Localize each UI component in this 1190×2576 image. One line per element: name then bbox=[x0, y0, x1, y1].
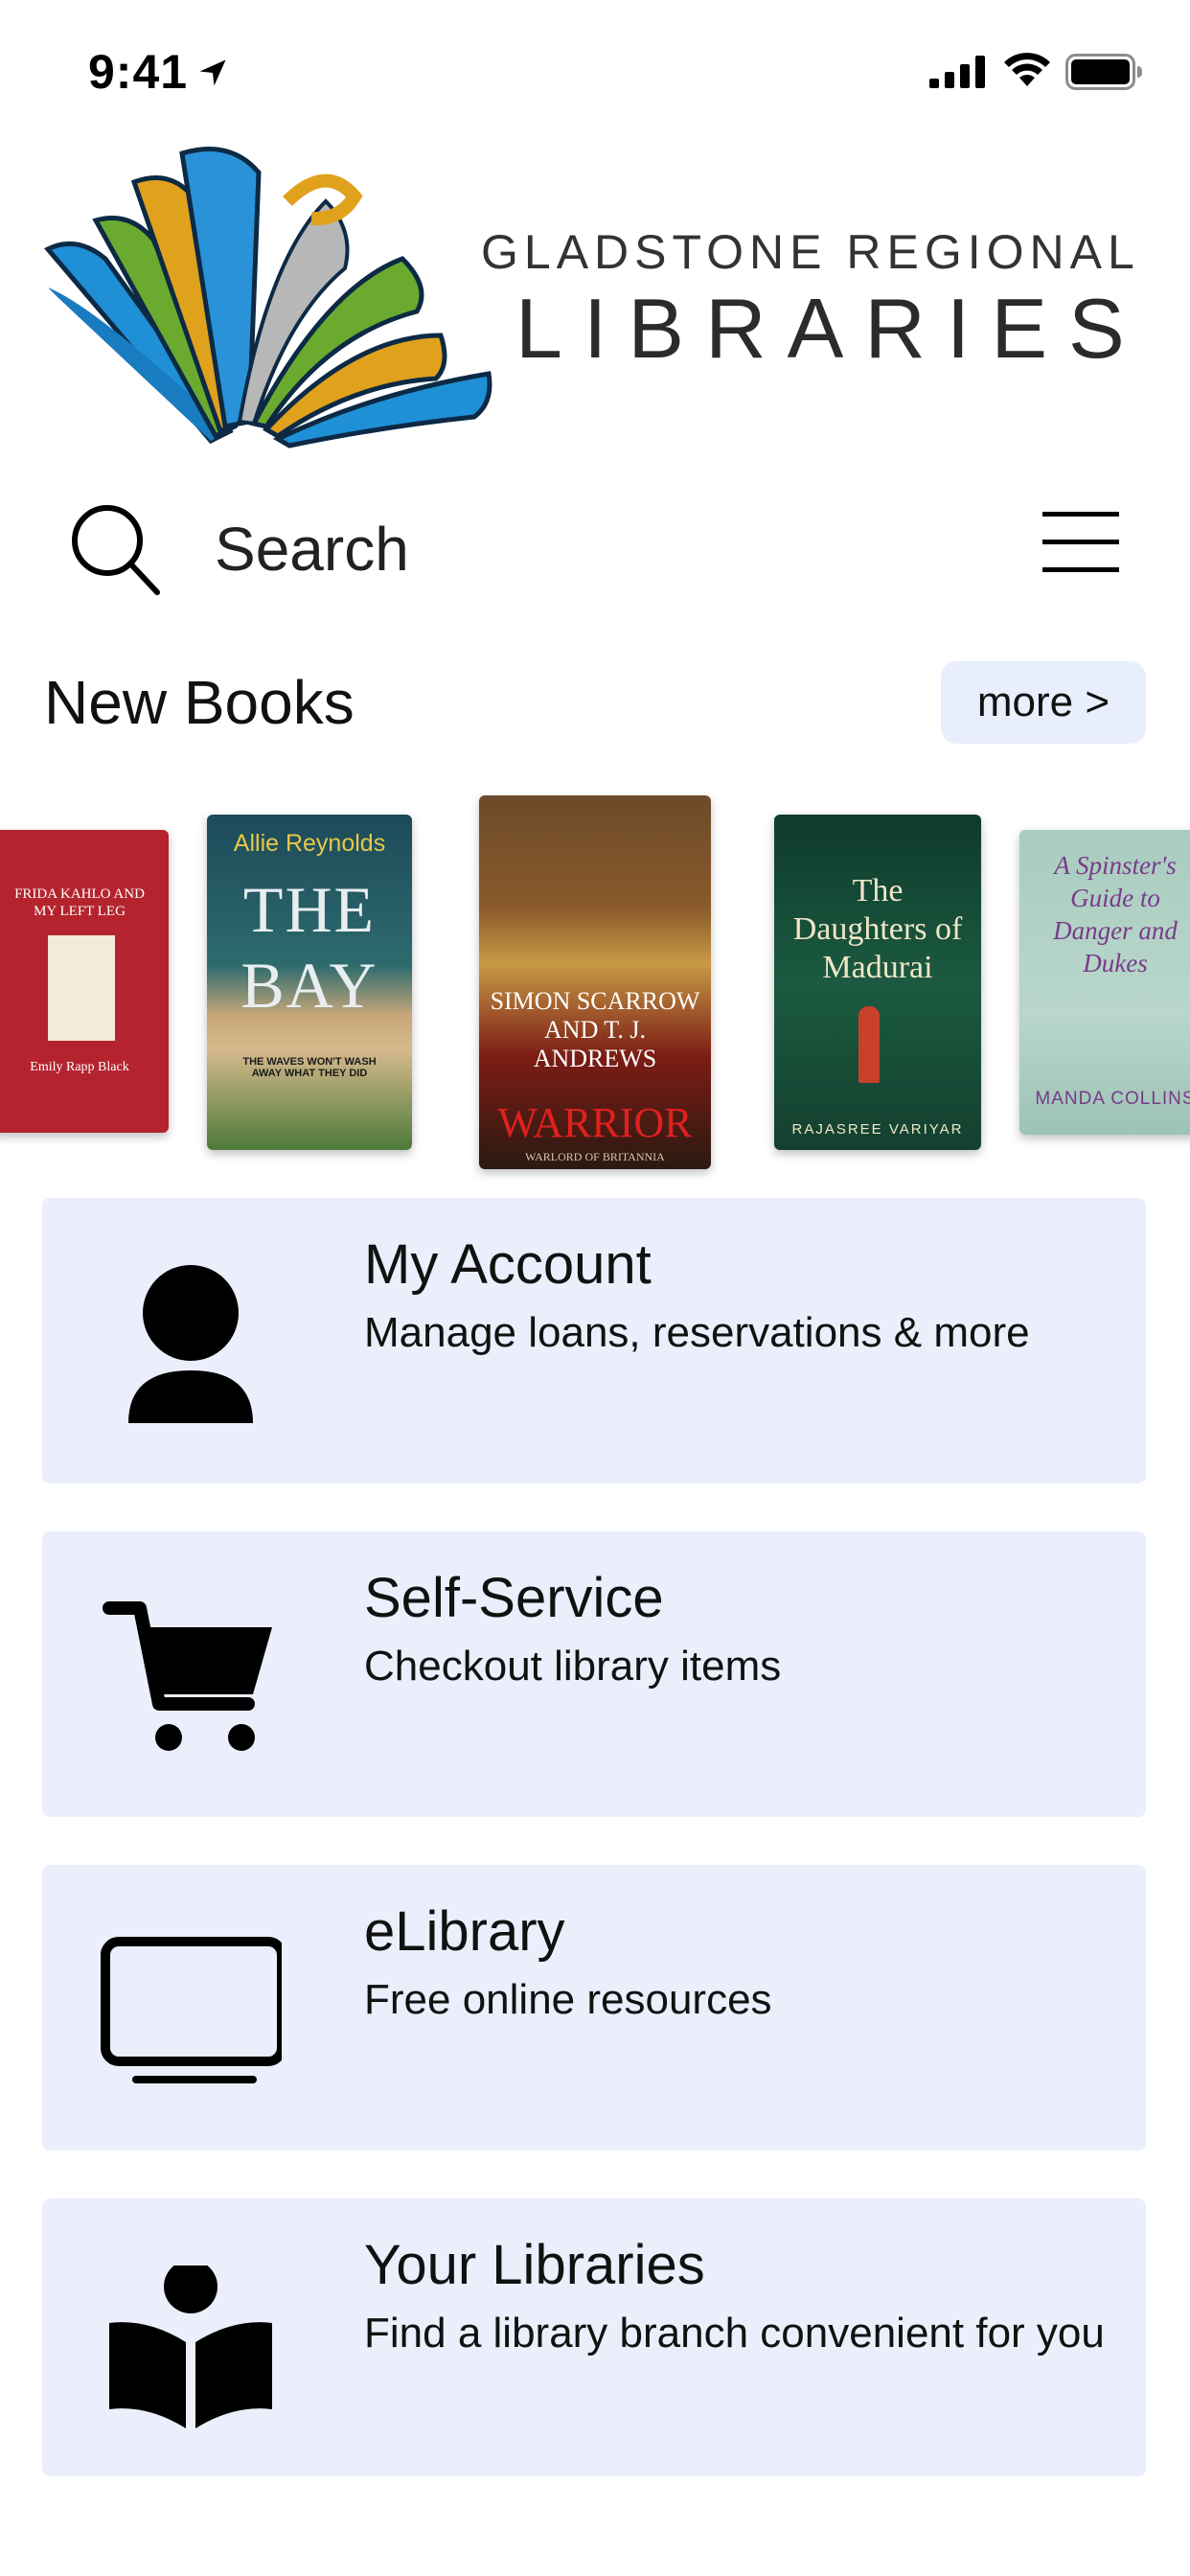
book-title: A Spinster's Guide to Danger and Dukes bbox=[1053, 851, 1178, 978]
hamburger-menu-icon[interactable] bbox=[1042, 508, 1119, 575]
cart-icon bbox=[103, 1601, 272, 1751]
book-title: WARRIOR bbox=[497, 1099, 693, 1146]
book-cover[interactable]: FRIDA KAHLO AND MY LEFT LEG Emily Rapp B… bbox=[0, 830, 169, 1133]
search-label[interactable]: Search bbox=[215, 514, 409, 585]
monitor-icon bbox=[101, 1937, 282, 2083]
library-logo: GLADSTONE REGIONAL LIBRARIES bbox=[38, 144, 1150, 450]
my-account-card[interactable]: My Account Manage loans, reservations & … bbox=[42, 1198, 1146, 1484]
book-cover[interactable]: The Daughters of Madurai RAJASREE VARIYA… bbox=[774, 815, 981, 1150]
book-cover[interactable]: SIMON SCARROW AND T. J. ANDREWS WARRIOR … bbox=[479, 795, 711, 1169]
battery-icon bbox=[1065, 54, 1142, 90]
search-icon[interactable] bbox=[67, 500, 163, 596]
book-tagline: THE WAVES WON'T WASH AWAY WHAT THEY DID bbox=[242, 1056, 377, 1079]
book-series: WARLORD OF BRITANNIA bbox=[525, 1150, 665, 1163]
wifi-icon bbox=[1004, 53, 1050, 86]
book-title: The Daughters of Madurai bbox=[792, 873, 963, 985]
card-subtitle: Find a library branch convenient for you bbox=[364, 2310, 1105, 2357]
book-author: RAJASREE VARIYAR bbox=[791, 1121, 964, 1138]
card-subtitle: Manage loans, reservations & more bbox=[364, 1309, 1030, 1356]
person-icon bbox=[128, 1265, 253, 1423]
status-bar: 9:41 bbox=[0, 0, 1190, 134]
book-cover[interactable]: A Spinster's Guide to Danger and Dukes M… bbox=[1019, 830, 1190, 1135]
cellular-signal-icon bbox=[929, 56, 985, 88]
logo-text-line2: LIBRARIES bbox=[515, 281, 1146, 376]
location-arrow-icon bbox=[199, 59, 226, 86]
open-book-logo-icon bbox=[44, 147, 492, 448]
book-cover[interactable]: Allie Reynolds THE BAY THE WAVES WON'T W… bbox=[207, 815, 412, 1150]
status-time: 9:41 bbox=[88, 45, 189, 99]
card-subtitle: Checkout library items bbox=[364, 1643, 782, 1690]
new-books-title: New Books bbox=[44, 668, 355, 737]
book-author: Emily Rapp Black bbox=[30, 1060, 129, 1074]
more-books-button[interactable]: more > bbox=[941, 661, 1146, 744]
search-bar[interactable]: Search bbox=[0, 489, 1190, 604]
book-author: MANDA COLLINS bbox=[1035, 1089, 1190, 1109]
book-author: Allie Reynolds bbox=[233, 830, 386, 857]
card-title: My Account bbox=[364, 1233, 652, 1296]
book-cover-art bbox=[858, 1006, 880, 1083]
reader-icon bbox=[109, 2266, 272, 2428]
elibrary-card[interactable]: eLibrary Free online resources bbox=[42, 1865, 1146, 2150]
card-title: eLibrary bbox=[364, 1900, 565, 1963]
book-author: SIMON SCARROW AND T. J. ANDREWS bbox=[490, 987, 700, 1072]
book-cover-art bbox=[48, 935, 115, 1041]
logo-text-line1: GLADSTONE REGIONAL bbox=[481, 225, 1140, 279]
card-title: Self-Service bbox=[364, 1567, 664, 1629]
book-title: THE BAY bbox=[240, 873, 378, 1022]
your-libraries-card[interactable]: Your Libraries Find a library branch con… bbox=[42, 2198, 1146, 2476]
self-service-card[interactable]: Self-Service Checkout library items bbox=[42, 1531, 1146, 1817]
book-title: FRIDA KAHLO AND MY LEFT LEG bbox=[14, 886, 145, 919]
card-subtitle: Free online resources bbox=[364, 1976, 772, 2023]
card-title: Your Libraries bbox=[364, 2234, 705, 2296]
